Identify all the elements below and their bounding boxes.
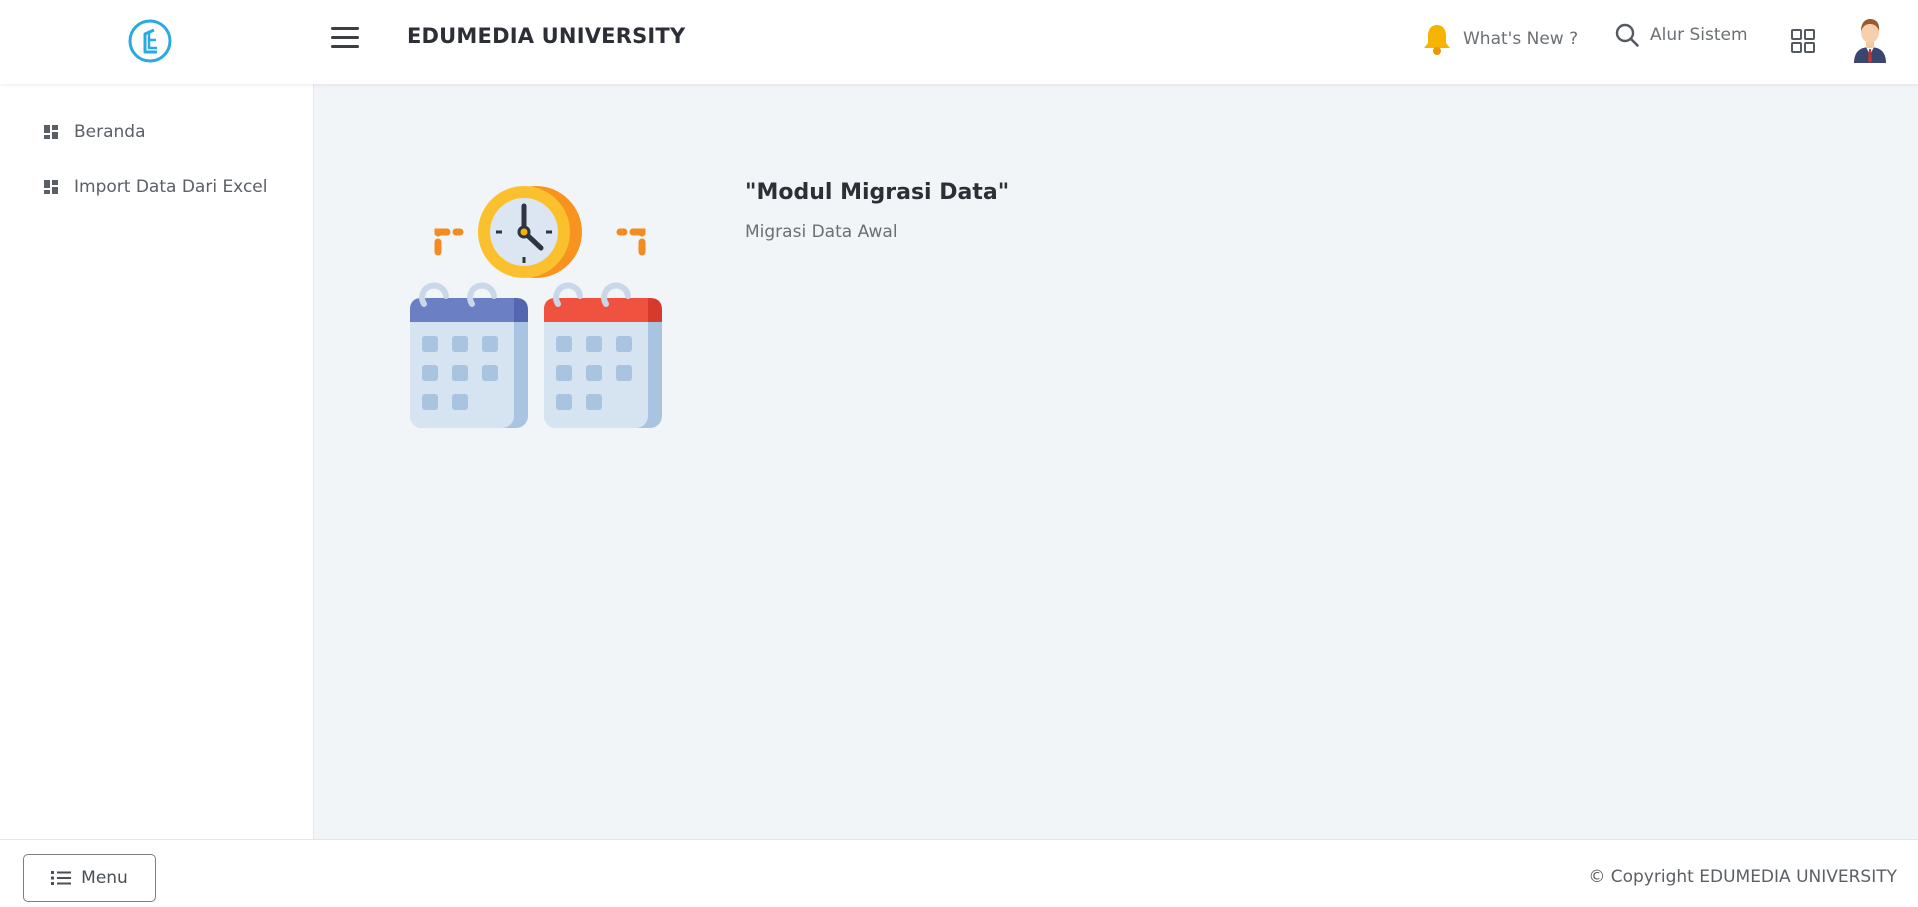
dashboard-icon <box>44 180 58 194</box>
calendar-clock-illustration <box>410 186 662 428</box>
menu-button[interactable]: Menu <box>23 854 156 902</box>
bell-icon <box>1424 25 1450 55</box>
top-header: EDUMEDIA UNIVERSITY What's New ? Alur Si… <box>0 0 1918 84</box>
main-content: "Modul Migrasi Data" Migrasi Data Awal <box>315 84 1918 839</box>
dashboard-icon <box>44 125 58 139</box>
menu-button-label: Menu <box>81 868 128 888</box>
alur-sistem-label: Alur Sistem <box>1650 25 1748 45</box>
search-icon <box>1615 23 1639 47</box>
module-subtitle: Migrasi Data Awal <box>745 222 898 242</box>
whats-new-link[interactable]: What's New ? <box>1421 22 1578 56</box>
list-icon <box>51 871 72 885</box>
user-avatar[interactable] <box>1853 17 1887 63</box>
module-title: "Modul Migrasi Data" <box>745 180 1010 205</box>
hamburger-menu-icon[interactable] <box>331 27 359 49</box>
copyright-text: © Copyright EDUMEDIA UNIVERSITY <box>1588 867 1897 887</box>
apps-grid-icon[interactable] <box>1791 29 1815 53</box>
whats-new-label: What's New ? <box>1463 29 1579 49</box>
alur-sistem-link[interactable]: Alur Sistem <box>1614 22 1748 48</box>
edumedia-logo[interactable] <box>127 18 173 64</box>
sidebar: Beranda Import Data Dari Excel <box>0 84 314 839</box>
sidebar-item-label: Import Data Dari Excel <box>74 177 268 197</box>
sidebar-item-label: Beranda <box>74 122 146 142</box>
footer: Menu © Copyright EDUMEDIA UNIVERSITY <box>0 839 1918 907</box>
sidebar-item-beranda[interactable]: Beranda <box>44 122 146 142</box>
app-title: EDUMEDIA UNIVERSITY <box>407 24 686 48</box>
sidebar-item-import-data[interactable]: Import Data Dari Excel <box>44 177 267 197</box>
